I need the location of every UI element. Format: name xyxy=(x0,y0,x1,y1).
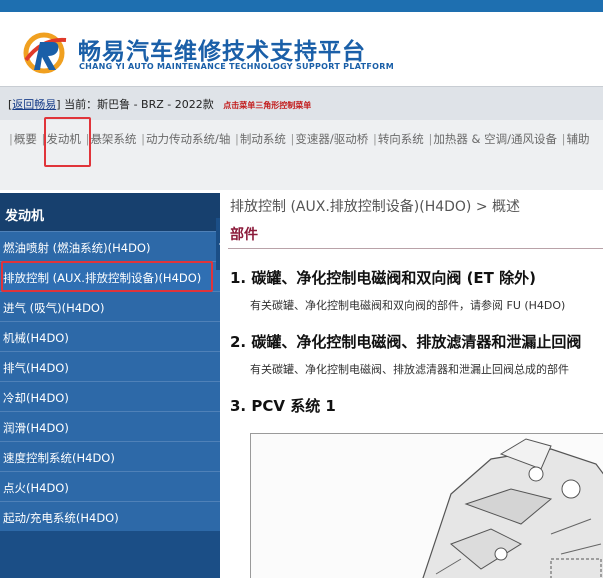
heading-2: 2. 碳罐、净化控制电磁阀、排放滤清器和泄漏止回阀 xyxy=(230,333,582,351)
sidebar-title: 发动机 xyxy=(0,193,220,231)
nav-item-brakes[interactable]: 制动系统 xyxy=(240,132,286,146)
component-diagram xyxy=(250,433,603,578)
section-divider xyxy=(228,248,603,249)
nav-item-auxiliary[interactable]: 辅助 xyxy=(567,132,590,146)
nav-item-suspension[interactable]: 悬架系统 xyxy=(90,132,136,146)
nav-item-hvac[interactable]: 加热器 & 空调/通风设备 xyxy=(433,132,557,146)
top-strip xyxy=(0,0,603,12)
sidebar-item-lubrication[interactable]: 润滑(H4DO) xyxy=(0,411,220,441)
nav-items: |概要 |发动机 |悬架系统 |动力传动系统/轴 |制动系统 |变速器/驱动桥 … xyxy=(9,132,590,146)
nav-item-transmission[interactable]: 变速器/驱动桥 xyxy=(295,132,368,146)
nav-item-drivetrain[interactable]: 动力传动系统/轴 xyxy=(146,132,230,146)
main-content: 排放控制 (AUX.排放控制设备)(H4DO) > 概述 部件 1. 碳罐、净化… xyxy=(220,193,603,578)
menu-hint: 点击菜单三角形控制菜单 xyxy=(223,101,312,110)
nav-engine-highlight-box xyxy=(44,117,91,167)
sidebar-item-intake[interactable]: 进气 (吸气)(H4DO) xyxy=(0,291,220,321)
sidebar-item-ignition[interactable]: 点火(H4DO) xyxy=(0,471,220,501)
sidebar-item-starting-charging[interactable]: 起动/充电系统(H4DO) xyxy=(0,501,220,531)
heading-3: 3. PCV 系统 1 xyxy=(230,397,336,415)
site-header: 畅易汽车维修技术支持平台 CHANG YI AUTO MAINTENANCE T… xyxy=(0,12,603,86)
sidebar-emission-highlight-box xyxy=(1,261,213,292)
sidebar-item-fuel-injection[interactable]: 燃油喷射 (燃油系统)(H4DO) xyxy=(0,231,220,261)
nav-item-overview[interactable]: 概要 xyxy=(14,132,37,146)
info-bar: [返回畅易] 当前：斯巴鲁 - BRZ - 2022款 点击菜单三角形控制菜单 xyxy=(0,86,603,120)
engine-illustration-icon xyxy=(422,438,603,578)
sidebar-item-exhaust[interactable]: 排气(H4DO) xyxy=(0,351,220,381)
brand-logo-icon xyxy=(23,32,67,74)
brand-title: 畅易汽车维修技术支持平台 xyxy=(78,39,366,65)
paragraph-2: 有关碳罐、净化控制电磁阀、排放滤清器和泄漏止回阀总成的部件 xyxy=(250,363,569,376)
back-link[interactable]: 返回畅易 xyxy=(12,98,56,111)
info-text: [返回畅易] 当前：斯巴鲁 - BRZ - 2022款 点击菜单三角形控制菜单 xyxy=(8,98,312,111)
sidebar: 发动机 燃油喷射 (燃油系统)(H4DO) 排放控制 (AUX.排放控制设备)(… xyxy=(0,193,220,578)
heading-1: 1. 碳罐、净化控制电磁阀和双向阀 (ET 除外) xyxy=(230,269,536,287)
nav-item-steering[interactable]: 转向系统 xyxy=(378,132,424,146)
sidebar-item-speed-control[interactable]: 速度控制系统(H4DO) xyxy=(0,441,220,471)
paragraph-1: 有关碳罐、净化控制电磁阀和双向阀的部件，请参阅 FU (H4DO) xyxy=(250,299,566,312)
sidebar-item-cooling[interactable]: 冷却(H4DO) xyxy=(0,381,220,411)
vehicle-name: 斯巴鲁 - BRZ - 2022款 xyxy=(97,98,214,111)
brand-subtitle: CHANG YI AUTO MAINTENANCE TECHNOLOGY SUP… xyxy=(79,62,394,71)
current-label: 当前： xyxy=(64,98,98,111)
section-title: 部件 xyxy=(230,227,258,243)
breadcrumb: 排放控制 (AUX.排放控制设备)(H4DO) > 概述 xyxy=(230,199,521,215)
sidebar-item-mechanical[interactable]: 机械(H4DO) xyxy=(0,321,220,351)
